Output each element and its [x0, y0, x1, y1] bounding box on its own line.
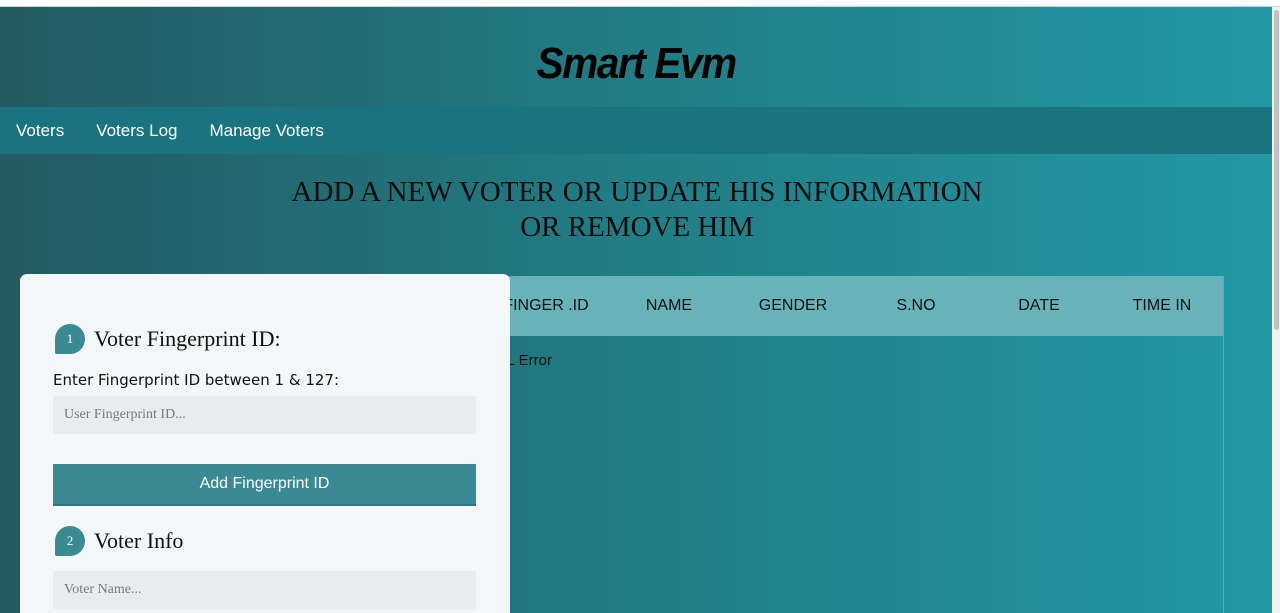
column-header-gender: GENDER	[758, 297, 828, 314]
browser-top-edge	[0, 0, 1280, 7]
voters-table: FINGER .ID NAME GENDER S.NO DATE TIME IN…	[484, 276, 1224, 613]
step-title: Voter Info	[94, 528, 184, 553]
page-scrollbar-thumb[interactable]	[1274, 10, 1279, 330]
voter-name-input[interactable]	[53, 571, 476, 609]
step-title: Voter Fingerprint ID:	[94, 326, 281, 351]
step-number-badge: 2	[55, 526, 85, 556]
step-fingerprint: 1 Voter Fingerprint ID:	[55, 324, 281, 354]
fingerprint-label: Enter Fingerprint ID between 1 & 127:	[53, 371, 340, 389]
column-header-time-in: TIME IN	[1132, 297, 1192, 314]
page-body: Smart Evm Voters Voters Log Manage Voter…	[0, 7, 1272, 613]
step-voter-info: 2 Voter Info	[55, 526, 183, 556]
top-nav: Voters Voters Log Manage Voters	[0, 107, 1272, 154]
step-number-badge: 1	[55, 324, 85, 354]
column-header-date: DATE	[1018, 297, 1060, 314]
nav-item-voters[interactable]: Voters	[16, 121, 64, 141]
voter-form-card: 1 Voter Fingerprint ID: Enter Fingerprin…	[20, 274, 510, 613]
column-header-name: NAME	[645, 297, 693, 314]
page-title-line2: OR REMOVE HIM	[520, 211, 754, 243]
column-header-sno: S.NO	[896, 297, 936, 314]
table-header: FINGER .ID NAME GENDER S.NO DATE TIME IN	[484, 276, 1223, 336]
fingerprint-id-input[interactable]	[53, 396, 476, 434]
nav-item-manage-voters[interactable]: Manage Voters	[209, 121, 323, 141]
site-logo-title: Smart Evm	[536, 39, 736, 88]
nav-item-voters-log[interactable]: Voters Log	[96, 121, 177, 141]
page-title: ADD A NEW VOTER OR UPDATE HIS INFORMATIO…	[0, 175, 1272, 245]
site-header: Smart Evm	[0, 7, 1272, 107]
add-fingerprint-button[interactable]: Add Fingerprint ID	[53, 464, 476, 506]
page-title-line1: ADD A NEW VOTER OR UPDATE HIS INFORMATIO…	[291, 176, 983, 208]
